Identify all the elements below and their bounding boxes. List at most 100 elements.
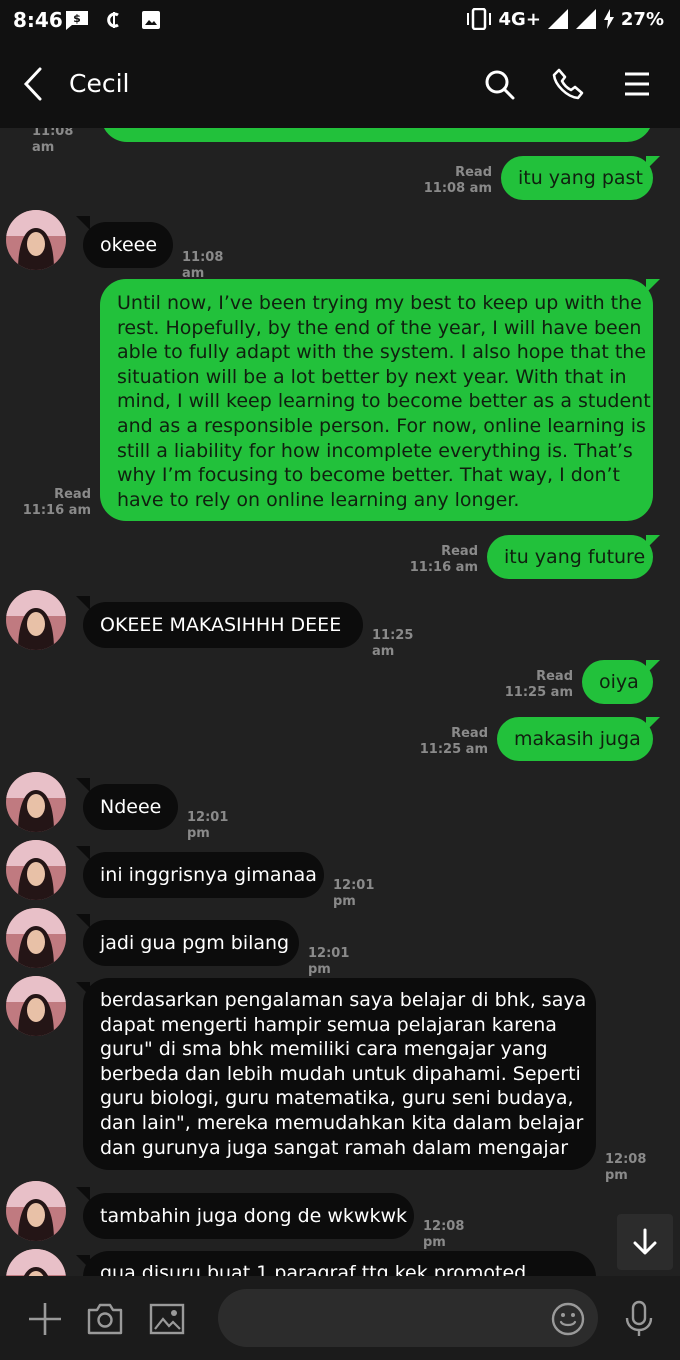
message-bubble[interactable] — [101, 128, 653, 142]
avatar[interactable] — [6, 210, 66, 270]
text-line: why I’m focusing to become better. That … — [117, 464, 620, 487]
text-line: guru" di sma bhk memiliki cara mengajar … — [100, 1038, 548, 1061]
message-text: OKEEE MAKASIHHH DEEE — [100, 614, 342, 636]
message-time: 12:08 pm — [605, 1152, 647, 1183]
message-meta: Read 11:25 am — [405, 726, 488, 758]
avatar[interactable] — [6, 772, 66, 832]
text-line: have to rely on online learning any long… — [117, 488, 520, 511]
message-time: 11:16 am — [22, 503, 91, 518]
battery-level: 27% — [620, 8, 664, 30]
message-bubble[interactable]: jadi gua pgm bilang — [83, 920, 299, 966]
message-bubble[interactable]: Ndeee — [83, 784, 178, 830]
menu-icon[interactable] — [619, 66, 655, 102]
contact-name[interactable]: Cecil — [69, 69, 129, 98]
message-bubble[interactable]: tambahin juga dong de wkwkwk — [83, 1193, 414, 1239]
status-bar: 8:46 $ 4G+ 27% — [0, 0, 680, 40]
message-bubble[interactable]: oiya — [582, 660, 653, 704]
read-status: Read — [455, 165, 492, 180]
message-time: 12:01 pm — [308, 946, 350, 977]
add-icon[interactable] — [26, 1300, 64, 1338]
message-text: jadi gua pgm bilang — [100, 932, 290, 954]
message-text: itu yang past — [518, 167, 643, 189]
message-text: itu yang future — [504, 546, 646, 568]
message-bubble[interactable]: okeee — [83, 222, 173, 268]
message-time: 11:25 am — [419, 742, 488, 757]
image-icon[interactable] — [148, 1300, 186, 1338]
message-time: 12:08 pm — [423, 1219, 465, 1250]
avatar[interactable] — [6, 976, 66, 1036]
signal-icon — [547, 9, 568, 29]
message-list[interactable]: 11:08 am Read 11:08 am itu yang past oke… — [0, 128, 680, 1276]
message-text: Ndeee — [100, 796, 162, 818]
microphone-icon[interactable] — [622, 1300, 656, 1338]
scroll-to-bottom-button[interactable] — [617, 1214, 673, 1270]
message-time: 11:16 am — [409, 560, 478, 575]
message-time: 11:08 am — [32, 128, 74, 155]
text-line: and as a responsible person. For now, on… — [117, 414, 646, 437]
text-line: rest. Hopefully, by the end of the year,… — [117, 316, 642, 339]
text-line: berdasarkan pengalaman saya belajar di b… — [100, 989, 587, 1011]
text-line: berbeda dan lebih mudah untuk dipahami. … — [100, 1062, 581, 1085]
text-line: still a liability for how incomplete eve… — [117, 439, 633, 462]
message-text: gua disuru buat 1 paragraf ttg kek promo… — [100, 1262, 527, 1276]
coin-icon — [107, 12, 119, 28]
message-bubble[interactable]: gua disuru buat 1 paragraf ttg kek promo… — [83, 1251, 596, 1276]
message-time: 11:25 am — [504, 685, 573, 700]
message-bubble[interactable]: makasih juga — [497, 717, 653, 761]
message-bubble[interactable]: berdasarkan pengalaman saya belajar di b… — [83, 978, 596, 1170]
bubble-tail — [76, 914, 90, 928]
message-bubble[interactable]: itu yang past — [501, 156, 653, 200]
message-time: 11:08 am — [423, 181, 492, 196]
back-arrow-icon[interactable] — [20, 66, 48, 102]
message-bubble[interactable]: Until now, I’ve been trying my best to k… — [100, 279, 653, 521]
text-line: able to fully adapt with the system. I a… — [117, 341, 647, 364]
message-meta: Read 11:16 am — [396, 544, 478, 576]
bubble-tail — [76, 1187, 90, 1201]
text-line: mind, I will keep learning to become bet… — [117, 390, 651, 413]
avatar[interactable] — [6, 590, 66, 650]
read-status: Read — [451, 726, 488, 741]
vibrate-icon — [466, 8, 491, 30]
bubble-tail — [76, 216, 90, 230]
bubble-tail — [646, 279, 660, 293]
charging-icon — [603, 9, 614, 29]
message-input[interactable] — [218, 1289, 598, 1347]
bubble-tail — [76, 778, 90, 792]
text-line: guru biologi, guru matematika, guru seni… — [100, 1087, 574, 1110]
message-bubble[interactable]: OKEEE MAKASIHHH DEEE — [83, 602, 363, 648]
message-text: oiya — [599, 671, 639, 693]
bubble-tail — [646, 156, 660, 170]
message-bubble[interactable]: itu yang future — [487, 535, 653, 579]
text-line: dapat mengerti hampir semua pelajaran ka… — [100, 1013, 557, 1036]
read-status: Read — [536, 669, 573, 684]
message-text: Until now, I’ve been trying my best to k… — [117, 291, 651, 512]
read-status: Read — [54, 487, 91, 502]
text-line: dan lain", mereka memudahkan kita dalam … — [100, 1111, 584, 1134]
message-meta: Read 11:08 am — [410, 165, 492, 197]
message-time: 11:25 am — [372, 628, 414, 659]
camera-icon[interactable] — [86, 1300, 124, 1338]
message-time: 12:01 pm — [333, 878, 375, 909]
message-bubble[interactable]: ini inggrisnya gimanaa — [83, 852, 324, 898]
gallery-icon — [142, 11, 160, 29]
bubble-tail — [646, 535, 660, 549]
read-status: Read — [441, 544, 478, 559]
arrow-down-icon — [633, 1228, 657, 1255]
message-text: okeee — [100, 234, 158, 256]
search-icon[interactable] — [481, 66, 517, 102]
sms-icon: $ — [66, 11, 88, 30]
bubble-tail — [646, 660, 660, 674]
avatar[interactable] — [6, 908, 66, 968]
emoji-icon[interactable] — [550, 1301, 586, 1337]
avatar[interactable] — [6, 840, 66, 900]
message-time: 11:08 am — [182, 250, 224, 281]
svg-text:$: $ — [73, 12, 81, 25]
bubble-tail — [646, 717, 660, 731]
message-text: berdasarkan pengalaman saya belajar di b… — [100, 988, 586, 1160]
phone-icon[interactable] — [550, 66, 586, 102]
avatar[interactable] — [6, 1249, 66, 1276]
avatar[interactable] — [6, 1181, 66, 1241]
message-text: makasih juga — [514, 728, 641, 750]
chat-header: Cecil — [0, 40, 680, 128]
message-text: ini inggrisnya gimanaa — [100, 864, 317, 886]
